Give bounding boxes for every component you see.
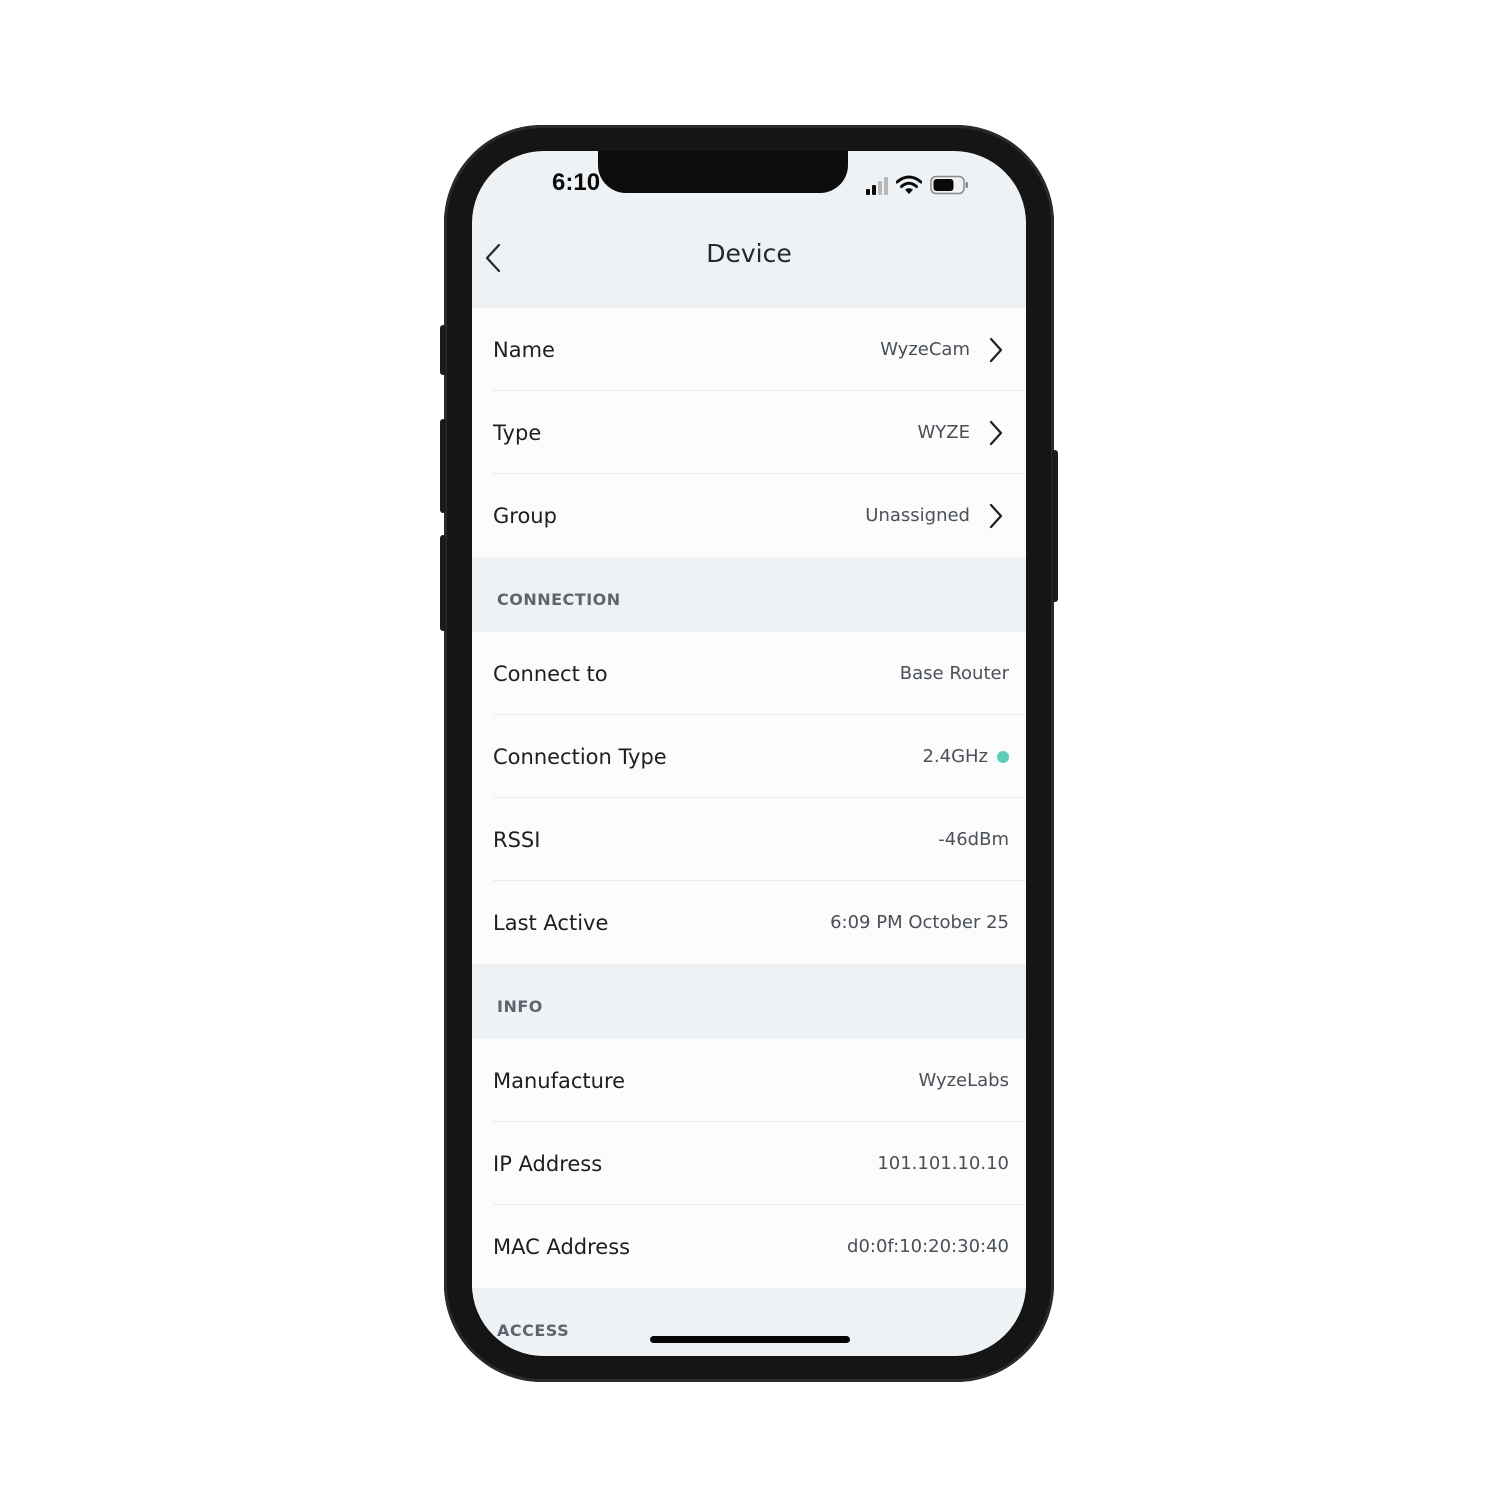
row-label: Connect to bbox=[493, 661, 608, 686]
row-mac-address: MAC Address d0:0f:10:20:30:40 bbox=[472, 1205, 1026, 1288]
row-label: Connection Type bbox=[493, 744, 667, 769]
row-value: -46dBm bbox=[938, 829, 1009, 850]
screen: 6:10 Device Name WyzeCam Type WYZE Group… bbox=[472, 151, 1026, 1356]
notch bbox=[598, 151, 848, 193]
chevron-right-icon bbox=[989, 337, 1003, 363]
wifi-icon bbox=[896, 175, 922, 194]
row-label: MAC Address bbox=[493, 1234, 631, 1259]
volume-down-button bbox=[440, 535, 446, 631]
device-details: Name WyzeCam Type WYZE Group Unassigned bbox=[472, 308, 1026, 1356]
section-title: ACCESS bbox=[497, 1321, 570, 1340]
section-title: CONNECTION bbox=[497, 590, 621, 609]
battery-icon bbox=[930, 175, 968, 195]
silent-switch bbox=[440, 325, 446, 375]
section-header-access: ACCESS bbox=[472, 1288, 1026, 1356]
power-button bbox=[1052, 450, 1058, 602]
row-value-wrapper: 2.4GHz bbox=[922, 746, 1009, 767]
volume-up-button bbox=[440, 419, 446, 513]
row-label: Name bbox=[493, 337, 555, 362]
row-label: Manufacture bbox=[493, 1068, 626, 1093]
home-indicator[interactable] bbox=[650, 1336, 850, 1343]
row-label: RSSI bbox=[493, 827, 541, 852]
row-group[interactable]: Group Unassigned bbox=[472, 474, 1026, 557]
row-value: WyzeLabs bbox=[918, 1070, 1009, 1091]
row-label: Group bbox=[493, 503, 557, 528]
row-connection-type: Connection Type 2.4GHz bbox=[472, 715, 1026, 798]
row-type[interactable]: Type WYZE bbox=[472, 391, 1026, 474]
cellular-signal-icon bbox=[866, 177, 888, 195]
phone-frame: 6:10 Device Name WyzeCam Type WYZE Group… bbox=[440, 125, 1058, 1382]
page-title: Device bbox=[706, 239, 792, 268]
section-header-connection: CONNECTION bbox=[472, 557, 1026, 632]
row-value: Unassigned bbox=[865, 505, 970, 526]
section-header-info: INFO bbox=[472, 964, 1026, 1039]
row-value: Base Router bbox=[899, 663, 1009, 684]
row-value: 6:09 PM October 25 bbox=[830, 912, 1009, 933]
row-value: 2.4GHz bbox=[922, 746, 988, 767]
nav-bar: Device bbox=[472, 211, 1026, 307]
row-value: d0:0f:10:20:30:40 bbox=[847, 1236, 1009, 1257]
row-value: WyzeCam bbox=[880, 339, 970, 360]
row-label: IP Address bbox=[493, 1151, 603, 1176]
row-connect-to: Connect to Base Router bbox=[472, 632, 1026, 715]
row-manufacture: Manufacture WyzeLabs bbox=[472, 1039, 1026, 1122]
chevron-right-icon bbox=[989, 503, 1003, 529]
row-value: WYZE bbox=[917, 422, 971, 443]
chevron-right-icon bbox=[989, 420, 1003, 446]
row-label: Type bbox=[493, 420, 542, 445]
status-time: 6:10 bbox=[552, 169, 601, 196]
row-label: Last Active bbox=[493, 910, 609, 935]
row-rssi: RSSI -46dBm bbox=[472, 798, 1026, 881]
connection-status-dot-icon bbox=[997, 750, 1009, 763]
status-icons bbox=[866, 173, 970, 195]
row-name[interactable]: Name WyzeCam bbox=[472, 308, 1026, 391]
section-title: INFO bbox=[497, 997, 543, 1016]
row-last-active: Last Active 6:09 PM October 25 bbox=[472, 881, 1026, 964]
row-value: 101.101.10.10 bbox=[877, 1153, 1009, 1174]
row-ip-address: IP Address 101.101.10.10 bbox=[472, 1122, 1026, 1205]
